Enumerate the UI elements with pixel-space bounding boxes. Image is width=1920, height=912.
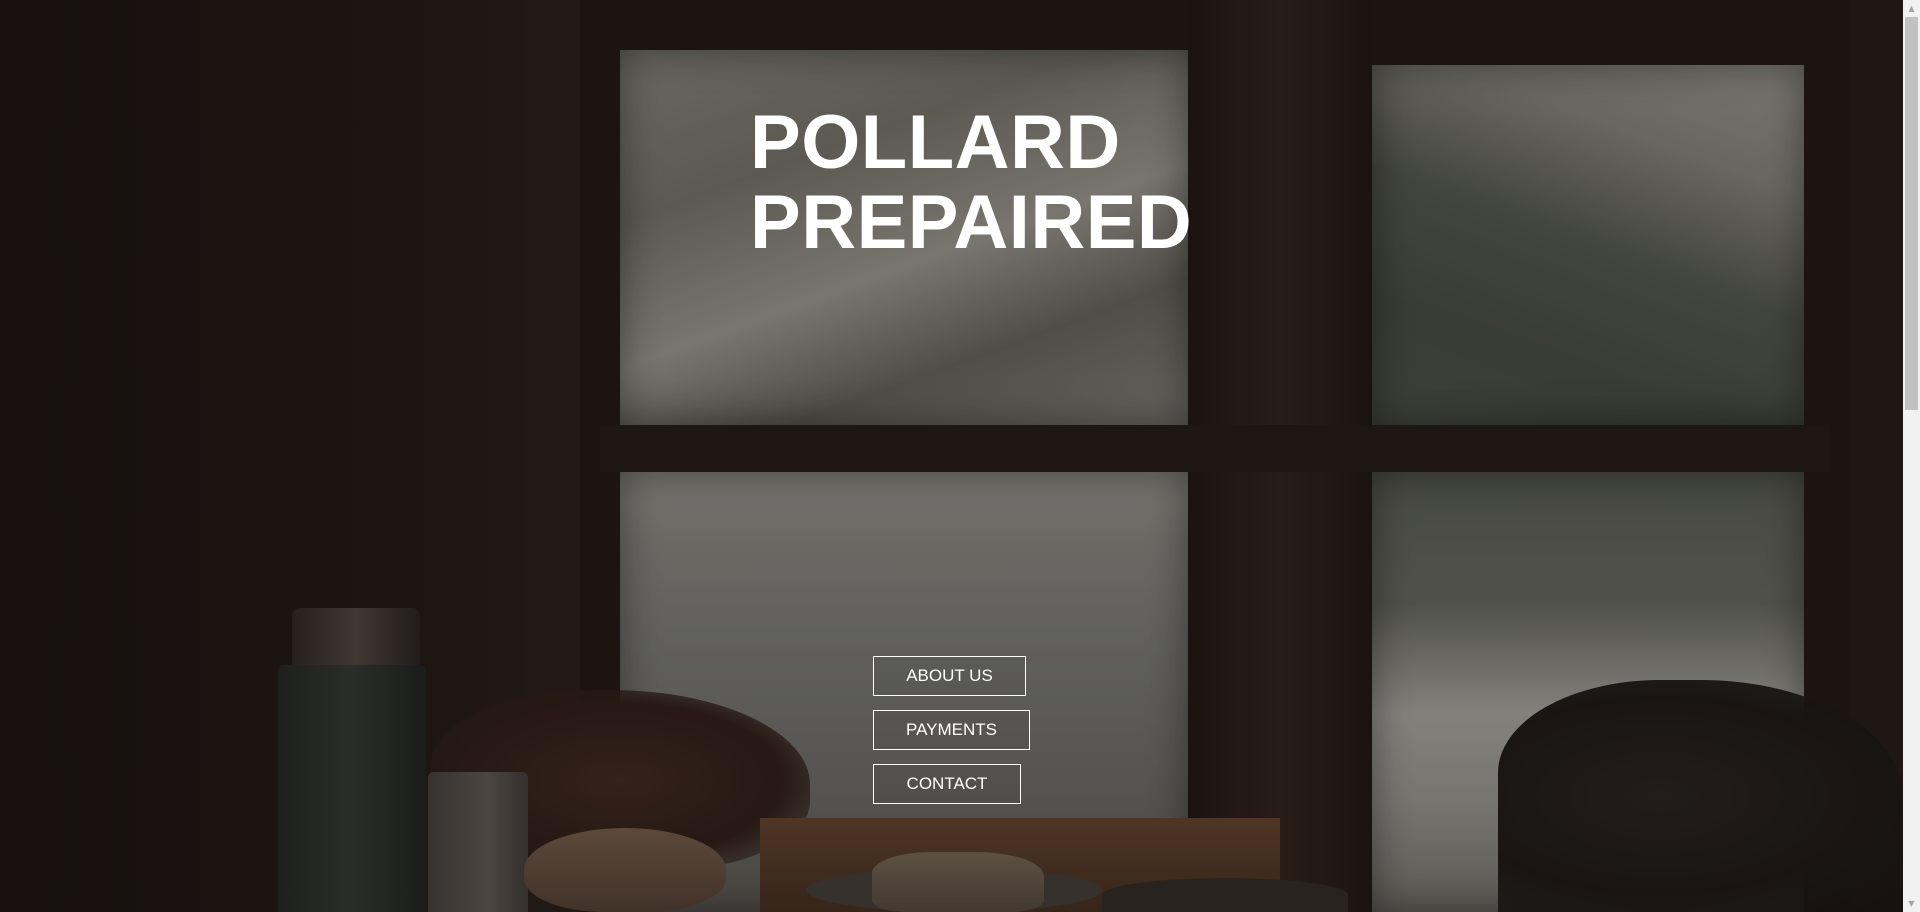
main-nav: ABOUT US PAYMENTS CONTACT — [873, 656, 1030, 818]
contact-button[interactable]: CONTACT — [873, 764, 1021, 804]
scroll-down-arrow-icon[interactable]: ▼ — [1903, 895, 1920, 912]
site-title-line-1: POLLARD — [750, 100, 1121, 185]
site-title: POLLARD PREPAIRED — [750, 103, 1192, 263]
hero-section: POLLARD PREPAIRED ABOUT US PAYMENTS CONT… — [0, 0, 1903, 912]
scroll-up-arrow-icon[interactable]: ▲ — [1903, 0, 1920, 17]
site-title-line-2: PREPAIRED — [750, 180, 1193, 265]
about-us-button[interactable]: ABOUT US — [873, 656, 1026, 696]
vertical-scrollbar[interactable]: ▲ ▼ — [1903, 0, 1920, 912]
payments-button[interactable]: PAYMENTS — [873, 710, 1030, 750]
scrollbar-thumb[interactable] — [1905, 17, 1918, 410]
